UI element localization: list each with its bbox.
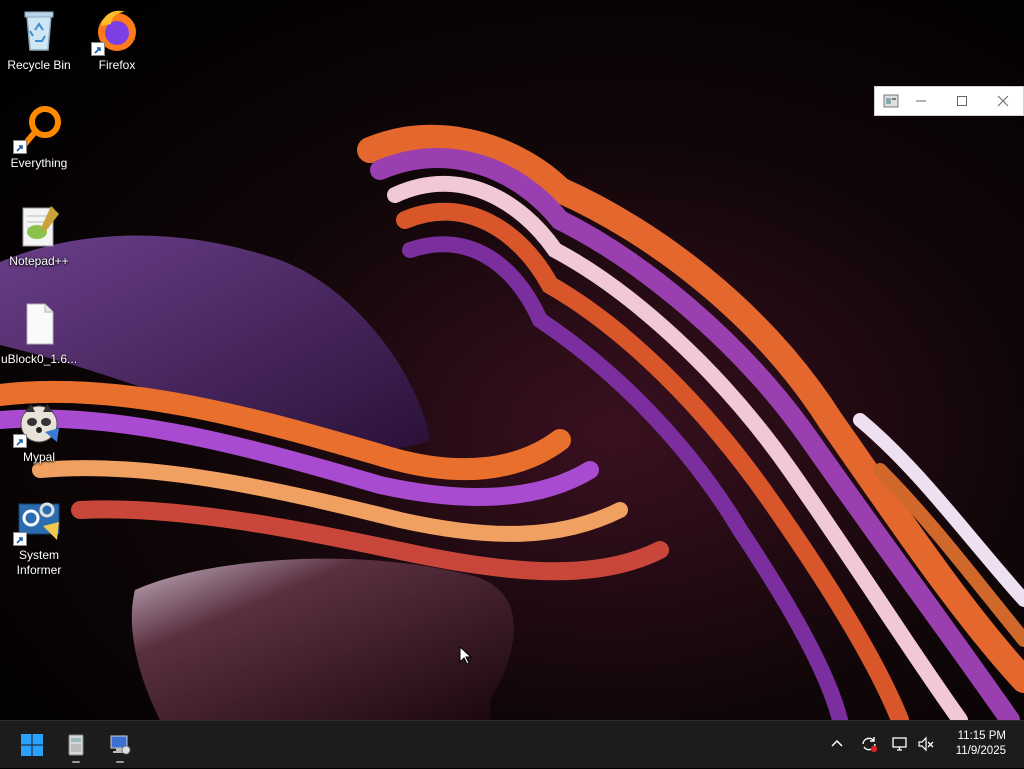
running-indicator (116, 761, 124, 763)
window-maximize-button[interactable] (942, 87, 983, 115)
generic-app-icon (883, 93, 899, 109)
volume-muted-icon (918, 736, 934, 752)
taskbar: 11:15 PM 11/9/2025 (0, 720, 1024, 768)
clock-date: 11/9/2025 (955, 745, 1006, 757)
window-close-button[interactable] (982, 87, 1023, 115)
network-icon (892, 737, 907, 751)
taskbar-clock[interactable]: 11:15 PM 11/9/2025 (956, 729, 1006, 759)
desktop-icon-label: System Informer (16, 548, 62, 577)
remote-desktop-icon (110, 735, 131, 755)
desktop-icon-label: uBlock0_1.6... (1, 352, 78, 366)
shortcut-arrow-icon (13, 434, 27, 448)
desktop-icon-system-informer[interactable]: System Informer (0, 490, 78, 582)
running-indicator (72, 761, 80, 763)
show-desktop-button[interactable] (1018, 721, 1024, 769)
minimized-app-window[interactable] (874, 86, 1024, 116)
close-icon (997, 95, 1009, 107)
desktop-icon-everything[interactable]: Everything (0, 98, 78, 190)
desktop-icon-label: Everything (10, 156, 68, 170)
taskbar-app-backup-utility[interactable] (56, 725, 96, 765)
windows-start-icon (21, 734, 43, 756)
minimize-icon (916, 100, 927, 102)
clock-time: 11:15 PM (957, 730, 1006, 742)
shortcut-arrow-icon (13, 532, 27, 546)
start-button[interactable] (12, 725, 52, 765)
desktop-icon-label: Firefox (98, 58, 136, 72)
chevron-up-icon (831, 739, 843, 747)
blank-file-icon (15, 300, 63, 348)
taskbar-app-remote-desktop[interactable] (100, 725, 140, 765)
desktop-icon-ublock-file[interactable]: uBlock0_1.6... (0, 294, 78, 386)
recycle-bin-icon (15, 6, 63, 54)
show-hidden-icons-button[interactable] (826, 733, 848, 755)
maximize-icon (957, 96, 967, 106)
tray-sync-button[interactable] (858, 733, 880, 755)
sync-alert-icon (862, 737, 878, 753)
desktop-icon-mypal[interactable]: Mypal (0, 392, 78, 484)
notepad-plus-plus-icon (15, 202, 63, 250)
mouse-pointer-icon (459, 646, 473, 665)
shortcut-arrow-icon (91, 42, 105, 56)
tray-network-button[interactable] (889, 733, 911, 755)
mypal-browser-icon (13, 398, 63, 448)
desktop-icon-firefox[interactable]: Firefox (78, 0, 156, 92)
desktop-icon-label: Mypal (22, 450, 55, 464)
firefox-icon (91, 6, 141, 56)
tray-volume-button[interactable] (915, 733, 937, 755)
everything-search-icon (13, 104, 63, 154)
desktop-icon-label: Recycle Bin (7, 58, 71, 72)
desktop-icon-label: Notepad++ (9, 254, 69, 268)
desktop-icon-notepad-plus-plus[interactable]: Notepad++ (0, 196, 78, 288)
backup-app-icon (68, 734, 84, 756)
desktop[interactable]: Recycle Bin Firefox Everything Notepad++ (0, 0, 1024, 720)
desktop-icon-recycle-bin[interactable]: Recycle Bin (0, 0, 78, 92)
shortcut-arrow-icon (13, 140, 27, 154)
wallpaper (0, 0, 1024, 720)
system-informer-icon (13, 496, 63, 546)
window-minimize-button[interactable] (901, 87, 942, 115)
